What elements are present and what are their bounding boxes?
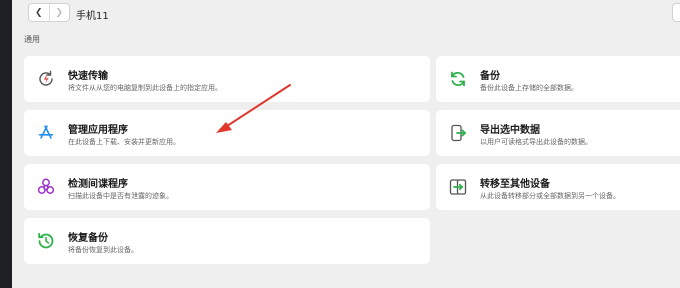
app-window: ❮ ❯ 手机11 通用 快速传输 将文件从从您的电脑复制到此设备上的指定应用。 [12,0,680,288]
card-title: 恢复备份 [68,233,108,244]
history-nav: ❮ ❯ [28,3,70,22]
card-description: 将文件从从您的电脑复制到此设备上的指定应用。 [68,84,222,92]
restore-clock-icon [35,230,57,252]
card-title: 备份 [480,71,500,82]
phone-export-icon [447,122,469,144]
chevron-left-icon: ❮ [34,7,43,18]
card-title: 快速传输 [68,71,108,82]
card-description: 将备份恢复到此设备。 [68,246,138,254]
app-store-icon [35,122,57,144]
card-manage-apps[interactable]: 管理应用程序 在此设备上下载、安装并更新应用。 [24,110,430,156]
card-title: 检测间谍程序 [68,179,128,190]
card-description: 在此设备上下载、安装并更新应用。 [68,138,180,146]
card-description: 扫描此设备中是否有泄露的迹象。 [68,192,173,200]
card-backup[interactable]: 备份 备份此设备上存储的全部数据。 [436,56,680,102]
device-name: 手机11 [76,11,109,22]
card-export-data[interactable]: 导出选中数据 以用户可读格式导出此设备的数据。 [436,110,680,156]
forward-button[interactable]: ❯ [50,4,70,21]
section-title: 通用 [24,35,40,44]
card-title: 转移至其他设备 [480,179,550,190]
card-description: 从此设备转移部分或全部数据到另一个设备。 [480,192,620,200]
card-title: 管理应用程序 [68,125,128,136]
backup-cycle-icon [447,68,469,90]
biohazard-icon [35,176,57,198]
card-description: 以用户可读格式导出此设备的数据。 [480,138,592,146]
card-restore-backup[interactable]: 恢复备份 将备份恢复到此设备。 [24,218,430,264]
back-button[interactable]: ❮ [29,4,50,21]
transfer-refresh-icon [35,68,57,90]
card-transfer-device[interactable]: 转移至其他设备 从此设备转移部分或全部数据到另一个设备。 [436,164,680,210]
toolbar-button[interactable] [672,3,680,22]
card-title: 导出选中数据 [480,125,540,136]
card-description: 备份此设备上存储的全部数据。 [480,84,578,92]
card-quick-transfer[interactable]: 快速传输 将文件从从您的电脑复制到此设备上的指定应用。 [24,56,430,102]
card-spyware-detect[interactable]: 检测间谍程序 扫描此设备中是否有泄露的迹象。 [24,164,430,210]
chevron-right-icon: ❯ [55,7,64,18]
phone-transfer-icon [447,176,469,198]
